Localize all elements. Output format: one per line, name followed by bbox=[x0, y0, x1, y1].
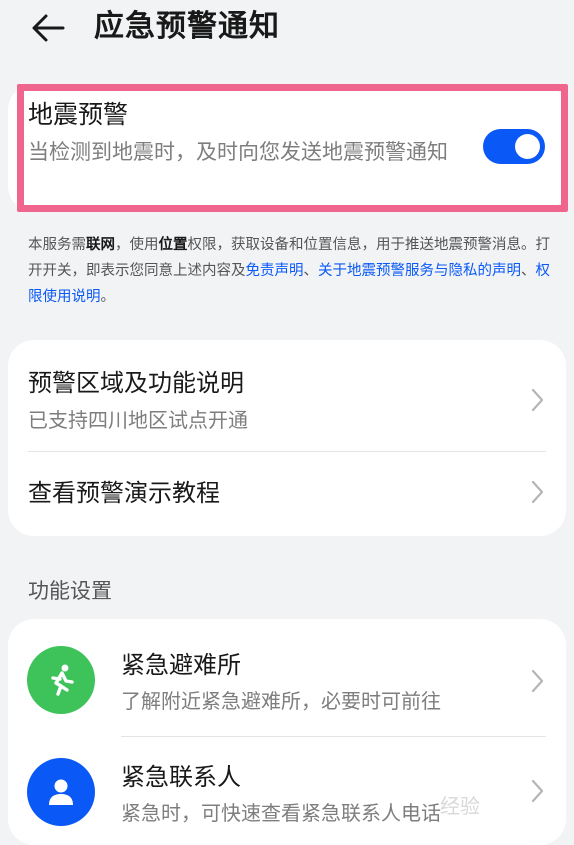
notice-text: ，使用 bbox=[115, 237, 159, 253]
function-item-title: 紧急联系人 bbox=[121, 763, 241, 791]
notice-separator: 、 bbox=[521, 263, 536, 279]
back-arrow-icon bbox=[32, 14, 65, 42]
earthquake-alert-toggle[interactable] bbox=[483, 129, 545, 164]
header: 应急预警通知 bbox=[0, 0, 574, 60]
notice-text: 本服务需 bbox=[28, 237, 86, 253]
service-notice: 本服务需联网，使用位置权限，获取设备和位置信息，用于推送地震预警消息。打开开关，… bbox=[28, 232, 552, 310]
notice-bold-network: 联网 bbox=[86, 237, 115, 253]
earthquake-alert-description: 当检测到地震时，及时向您发送地震预警通知 bbox=[28, 140, 448, 164]
function-item-subtitle: 紧急时，可快速查看紧急联系人电话 bbox=[121, 801, 441, 825]
section-label: 功能设置 bbox=[28, 579, 112, 603]
info-item-title: 查看预警演示教程 bbox=[28, 479, 220, 507]
shelter-icon-circle bbox=[27, 646, 95, 714]
disclaimer-link[interactable]: 免责声明 bbox=[246, 263, 304, 279]
chevron-right-icon bbox=[531, 779, 544, 803]
notice-bold-location: 位置 bbox=[158, 237, 188, 253]
toggle-knob bbox=[515, 134, 540, 159]
info-item-title: 预警区域及功能说明 bbox=[28, 369, 244, 397]
notice-separator: 、 bbox=[303, 263, 319, 279]
chevron-right-icon bbox=[531, 669, 544, 693]
back-button[interactable] bbox=[28, 8, 68, 48]
privacy-statement-link[interactable]: 关于地震预警服务与隐私的声明 bbox=[318, 263, 521, 279]
chevron-right-icon bbox=[531, 388, 544, 412]
chevron-right-icon bbox=[531, 480, 544, 504]
earthquake-alert-title: 地震预警 bbox=[28, 100, 129, 129]
contacts-icon-circle bbox=[27, 758, 95, 826]
person-icon bbox=[49, 779, 73, 805]
watermark: 经验 bbox=[440, 794, 480, 818]
function-item-title: 紧急避难所 bbox=[121, 651, 241, 679]
info-item-subtitle: 已支持四川地区试点开通 bbox=[28, 408, 248, 432]
notice-text: 。 bbox=[100, 289, 116, 305]
running-person-icon bbox=[51, 664, 74, 696]
page-title: 应急预警通知 bbox=[94, 9, 280, 44]
function-item-subtitle: 了解附近紧急避难所，必要时可前往 bbox=[121, 689, 441, 713]
